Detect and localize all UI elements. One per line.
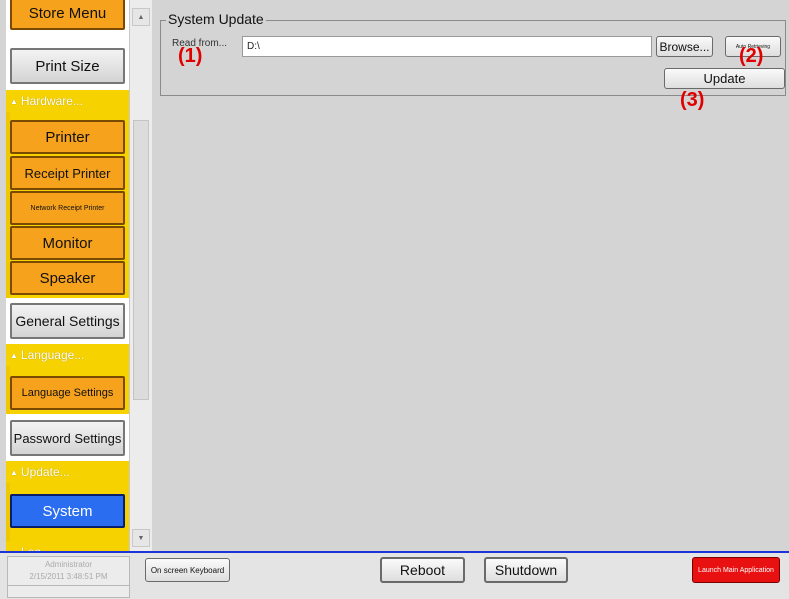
- shutdown-button[interactable]: Shutdown: [484, 557, 568, 583]
- language-settings-button[interactable]: Language Settings: [10, 376, 125, 410]
- receipt-printer-label: Receipt Printer: [24, 165, 111, 181]
- receipt-printer-button[interactable]: Receipt Printer: [10, 156, 125, 190]
- network-receipt-printer-label: Network Receipt Printer: [30, 204, 105, 212]
- store-menu-label: Store Menu: [28, 4, 107, 22]
- system-label: System: [42, 502, 93, 520]
- status-box: Administrator 2/15/2011 3:48:51 PM: [7, 556, 130, 586]
- browse-label: Browse...: [659, 39, 710, 54]
- scroll-down-icon[interactable]: ▼: [132, 529, 150, 547]
- browse-button[interactable]: Browse...: [656, 36, 713, 57]
- launch-main-application-label: Launch Main Application: [698, 566, 774, 574]
- on-screen-keyboard-button[interactable]: On screen Keyboard: [145, 558, 230, 582]
- scrollbar-thumb[interactable]: [133, 120, 149, 400]
- caret-up-icon: ▲: [10, 350, 18, 360]
- annotation-1: (1): [178, 45, 203, 67]
- reboot-button[interactable]: Reboot: [380, 557, 465, 583]
- caret-up-icon: ▲: [10, 467, 18, 477]
- sidebar-menu: Store Menu Print Size ▲ Hardware... Prin…: [6, 0, 129, 553]
- password-settings-label: Password Settings: [13, 430, 122, 446]
- update-button[interactable]: Update: [664, 68, 785, 89]
- general-settings-label: General Settings: [15, 313, 120, 329]
- annotation-3: (3): [680, 89, 705, 111]
- speaker-label: Speaker: [39, 269, 96, 287]
- status-box-lower: [7, 586, 130, 598]
- hardware-group-label: Hardware...: [20, 94, 83, 108]
- hardware-group-header[interactable]: ▲ Hardware...: [6, 90, 129, 112]
- scroll-up-icon[interactable]: ▲: [132, 8, 150, 26]
- path-input[interactable]: [242, 36, 652, 57]
- user-label: Administrator: [44, 560, 93, 569]
- language-group-header[interactable]: ▲ Language...: [6, 344, 129, 366]
- printer-label: Printer: [45, 128, 90, 146]
- printer-button[interactable]: Printer: [10, 120, 125, 154]
- datetime-label: 2/15/2011 3:48:51 PM: [29, 572, 108, 581]
- reboot-label: Reboot: [399, 562, 446, 578]
- monitor-button[interactable]: Monitor: [10, 226, 125, 260]
- update-group-header[interactable]: ▲ Update...: [6, 461, 129, 483]
- password-settings-button[interactable]: Password Settings: [10, 420, 125, 456]
- general-settings-button[interactable]: General Settings: [10, 303, 125, 339]
- sidebar-scrollbar[interactable]: ▲ ▼: [129, 0, 152, 553]
- language-settings-label: Language Settings: [21, 387, 114, 399]
- update-group-label: Update...: [20, 465, 70, 479]
- launch-main-application-button[interactable]: Launch Main Application: [692, 557, 780, 583]
- on-screen-keyboard-label: On screen Keyboard: [150, 565, 225, 575]
- store-menu-button[interactable]: Store Menu: [10, 0, 125, 30]
- system-button[interactable]: System: [10, 494, 125, 528]
- print-size-label: Print Size: [35, 57, 100, 75]
- language-group-label: Language...: [20, 348, 85, 362]
- annotation-2: (2): [739, 45, 764, 67]
- network-receipt-printer-button[interactable]: Network Receipt Printer: [10, 191, 125, 225]
- speaker-button[interactable]: Speaker: [10, 261, 125, 295]
- monitor-label: Monitor: [42, 234, 93, 252]
- print-size-button[interactable]: Print Size: [10, 48, 125, 84]
- system-update-title: System Update: [166, 11, 266, 27]
- caret-up-icon: ▲: [10, 96, 18, 106]
- update-label: Update: [703, 71, 746, 86]
- shutdown-label: Shutdown: [494, 562, 558, 578]
